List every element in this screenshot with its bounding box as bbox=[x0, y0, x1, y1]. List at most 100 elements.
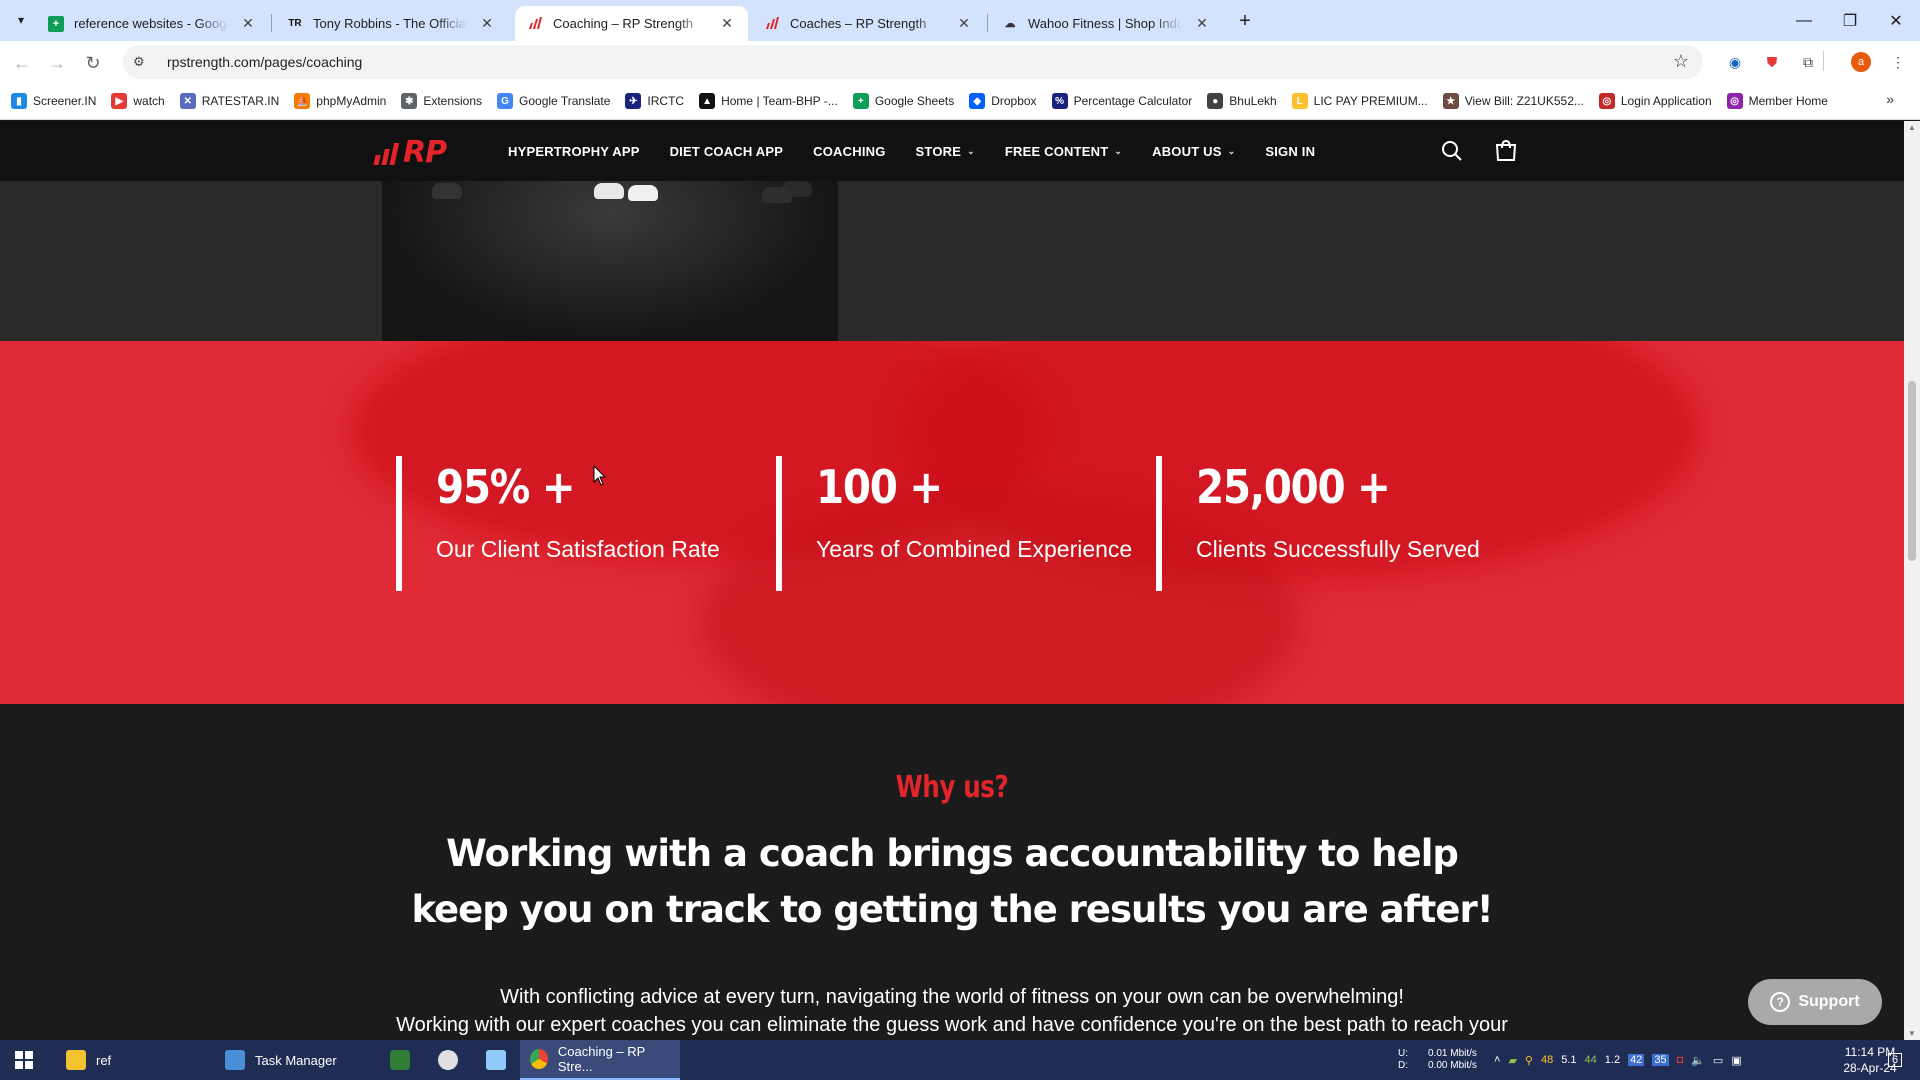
notification-center-icon[interactable]: 6 bbox=[1880, 1040, 1910, 1080]
volume-icon[interactable]: 🔈 bbox=[1691, 1054, 1705, 1067]
net-down-speed: 0.00 Mbit/s bbox=[1428, 1060, 1477, 1071]
profile-avatar[interactable]: a bbox=[1851, 52, 1871, 72]
nav-item[interactable]: DIET COACH APP bbox=[670, 144, 784, 159]
tab-coaches-rp-strength[interactable]: Coaches – RP Strength ✕ bbox=[752, 6, 985, 41]
tab-coaching-rp-strength[interactable]: Coaching – RP Strength ✕ bbox=[515, 6, 748, 41]
tray-search-icon[interactable]: ⚲ bbox=[1525, 1054, 1533, 1067]
bookmark-item[interactable]: ◎ Member Home bbox=[1726, 93, 1828, 109]
more-bookmarks-icon[interactable]: » bbox=[1886, 91, 1894, 107]
taskbar-task-manager[interactable]: Task Manager bbox=[215, 1040, 385, 1080]
tab-search-chevron-icon[interactable]: ▾ bbox=[10, 9, 32, 31]
nav-item[interactable]: HYPERTROPHY APP bbox=[508, 144, 640, 159]
bookmark-favicon-icon: ▶ bbox=[111, 93, 128, 109]
close-tab-icon[interactable]: ✕ bbox=[478, 15, 496, 33]
restore-icon[interactable]: ❐ bbox=[1827, 0, 1873, 41]
bookmark-star-icon[interactable]: ☆ bbox=[1673, 51, 1689, 72]
taskbar-app-green[interactable] bbox=[380, 1040, 420, 1080]
page-scrollbar[interactable]: ▲ ▼ bbox=[1904, 121, 1920, 1040]
tab-tony-robbins[interactable]: TR Tony Robbins - The Official Wel ✕ bbox=[275, 6, 508, 41]
close-window-icon[interactable]: ✕ bbox=[1873, 0, 1919, 41]
bookmark-item[interactable]: ● BhuLekh bbox=[1207, 93, 1277, 109]
stat-label: Clients Successfully Served bbox=[1196, 536, 1480, 562]
network-icon[interactable]: ▣ bbox=[1731, 1054, 1741, 1067]
nav-item[interactable]: ABOUT US ⌄ bbox=[1152, 144, 1235, 159]
nav-item[interactable]: STORE ⌄ bbox=[916, 144, 975, 159]
chevron-down-icon: ⌄ bbox=[1227, 145, 1236, 156]
screen: ▾ + reference websites - Google Sh ✕ TR … bbox=[0, 0, 1920, 1080]
bookmark-item[interactable]: ⛵ phpMyAdmin bbox=[294, 93, 386, 109]
tray-temp-cpu: 48 bbox=[1540, 1054, 1554, 1066]
bookmark-item[interactable]: ★ View Bill: Z21UK552... bbox=[1442, 93, 1584, 109]
stat-experience: 100 + Years of Combined Experience bbox=[776, 456, 1132, 591]
scrollbar-thumb[interactable] bbox=[1908, 381, 1916, 561]
bookmark-item[interactable]: L LIC PAY PREMIUM... bbox=[1291, 93, 1428, 109]
bookmark-label: View Bill: Z21UK552... bbox=[1464, 94, 1584, 108]
bookmark-item[interactable]: ✈ IRCTC bbox=[625, 93, 684, 109]
new-tab-plus-icon[interactable]: + bbox=[1233, 9, 1257, 33]
tray-security-icon[interactable]: ◘ bbox=[1677, 1054, 1684, 1066]
stat-value: 25,000 + bbox=[1196, 460, 1391, 514]
cart-icon[interactable] bbox=[1491, 136, 1521, 166]
extensions-puzzle-icon[interactable]: ⧉ bbox=[1797, 51, 1819, 73]
battery-icon[interactable]: ▭ bbox=[1713, 1054, 1723, 1067]
taskbar-chrome-coaching[interactable]: Coaching – RP Stre... bbox=[520, 1040, 680, 1080]
close-tab-icon[interactable]: ✕ bbox=[239, 15, 257, 33]
extension-globe-icon[interactable]: ◉ bbox=[1724, 51, 1746, 73]
site-info-icon[interactable]: ⚙ bbox=[133, 54, 153, 70]
bookmark-item[interactable]: + Google Sheets bbox=[852, 93, 954, 109]
tray-folder-icon[interactable]: ▰ bbox=[1508, 1054, 1516, 1067]
photo-shoe bbox=[762, 187, 792, 203]
nav-item[interactable]: SIGN IN bbox=[1265, 144, 1315, 159]
stat-label: Years of Combined Experience bbox=[816, 536, 1133, 562]
bookmark-item[interactable]: % Percentage Calculator bbox=[1051, 93, 1192, 109]
back-arrow-icon[interactable]: ← bbox=[9, 50, 35, 76]
windows-taskbar: ref Task Manager Coaching – RP Stre... U… bbox=[0, 1040, 1920, 1080]
bookmark-item[interactable]: ◎ Login Application bbox=[1598, 93, 1712, 109]
bookmark-favicon-icon: ▮ bbox=[11, 93, 27, 109]
bookmark-item[interactable]: ▶ watch bbox=[111, 93, 165, 109]
close-tab-icon[interactable]: ✕ bbox=[955, 15, 973, 33]
rp-logo[interactable]: RP bbox=[373, 135, 447, 170]
bookmark-item[interactable]: ▲ Home | Team-BHP -... bbox=[699, 93, 838, 109]
bookmark-item[interactable]: ✱ Extensions bbox=[401, 93, 482, 109]
minimize-icon[interactable]: — bbox=[1781, 0, 1827, 41]
close-tab-icon[interactable]: ✕ bbox=[1193, 15, 1211, 33]
taskbar-app-round[interactable] bbox=[428, 1040, 468, 1080]
bookmark-label: IRCTC bbox=[647, 94, 685, 108]
reload-icon[interactable]: ↻ bbox=[80, 50, 106, 76]
bookmark-item[interactable]: ▮ Screener.IN bbox=[11, 93, 96, 109]
tray-badge-icon[interactable]: 42 bbox=[1628, 1054, 1645, 1066]
bookmark-favicon-icon: ▲ bbox=[699, 93, 716, 109]
address-bar[interactable]: ⚙ rpstrength.com/pages/coaching ☆ bbox=[123, 45, 1703, 79]
forward-arrow-icon[interactable]: → bbox=[44, 50, 70, 76]
nav-item[interactable]: FREE CONTENT ⌄ bbox=[1005, 144, 1122, 159]
url-text[interactable]: rpstrength.com/pages/coaching bbox=[167, 54, 362, 70]
rp-logo-icon bbox=[764, 16, 780, 32]
bookmark-item[interactable]: ✕ RATESTAR.IN bbox=[179, 93, 279, 109]
stats-band: 95% + Our Client Satisfaction Rate 100 +… bbox=[0, 341, 1904, 704]
tray-badge-icon[interactable]: 35 bbox=[1652, 1054, 1669, 1066]
bookmark-favicon-icon: ✈ bbox=[625, 93, 642, 109]
scroll-up-arrow-icon[interactable]: ▲ bbox=[1908, 123, 1916, 132]
extension-shield-icon[interactable]: ⛊ bbox=[1761, 51, 1783, 73]
chrome-menu-icon[interactable]: ⋮ bbox=[1887, 51, 1909, 73]
taskbar-ref-folder[interactable]: ref bbox=[56, 1040, 206, 1080]
close-tab-icon[interactable]: ✕ bbox=[718, 15, 736, 33]
windows-start-icon[interactable] bbox=[4, 1040, 44, 1080]
bookmark-item[interactable]: G Google Translate bbox=[497, 93, 610, 109]
support-button[interactable]: ? Support bbox=[1748, 979, 1882, 1025]
bookmark-favicon-icon: L bbox=[1291, 93, 1308, 109]
scroll-down-arrow-icon[interactable]: ▼ bbox=[1908, 1029, 1916, 1038]
tab-reference-websites[interactable]: + reference websites - Google Sh ✕ bbox=[36, 6, 269, 41]
taskbar-notepad[interactable] bbox=[476, 1040, 516, 1080]
bookmark-item[interactable]: ◆ Dropbox bbox=[969, 93, 1037, 109]
nav-item[interactable]: COACHING bbox=[813, 144, 885, 159]
rp-logo-bars-icon bbox=[373, 141, 400, 165]
chevron-down-icon: ⌄ bbox=[967, 145, 975, 156]
tab-wahoo-fitness[interactable]: ☁ Wahoo Fitness | Shop Indoor B ✕ bbox=[990, 6, 1223, 41]
mouse-cursor-icon bbox=[593, 464, 607, 486]
why-us-section: Why us? Working with a coach brings acco… bbox=[0, 704, 1904, 1040]
tray-chevron-up-icon[interactable]: ˄ bbox=[1494, 1054, 1500, 1066]
sheets-icon: + bbox=[48, 15, 64, 32]
search-icon[interactable] bbox=[1437, 136, 1467, 166]
